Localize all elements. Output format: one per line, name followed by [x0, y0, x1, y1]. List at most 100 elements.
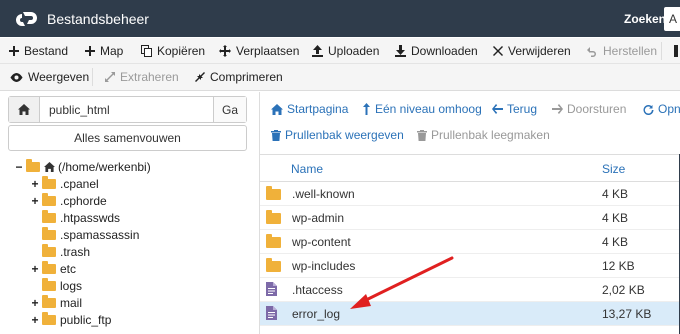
home-nav-button[interactable]: Startpagina [271, 98, 348, 120]
tree-item-label: public_ftp [60, 312, 112, 327]
file-icon [266, 282, 277, 299]
collapse-all-button[interactable]: Alles samenvouwen [8, 125, 247, 151]
file-name: wp-content [292, 235, 351, 249]
tree-item[interactable]: + mail [30, 294, 82, 311]
view-button[interactable]: Weergeven [10, 64, 89, 90]
eye-icon [10, 72, 23, 82]
expand-icon [105, 72, 115, 82]
copy-icon [141, 45, 152, 57]
back-button[interactable]: Terug [492, 98, 537, 120]
table-row[interactable]: error_log 13,27 KB [260, 302, 680, 326]
compress-button[interactable]: Comprimeren [195, 64, 283, 90]
file-size: 4 KB [602, 211, 629, 225]
expand-toggle-icon[interactable]: + [30, 314, 40, 326]
forward-button[interactable]: Doorsturen [552, 98, 626, 120]
copy-button[interactable]: Kopiëren [141, 38, 205, 64]
refresh-icon [643, 104, 654, 115]
move-button[interactable]: Verplaatsen [219, 38, 299, 64]
folder-icon [42, 294, 56, 308]
tree-item-label: etc [60, 261, 77, 276]
tree-item[interactable]: + public_ftp [30, 311, 111, 328]
search-label: Zoeken [624, 12, 667, 26]
secondary-toolbar: Weergeven Extraheren Comprimeren [0, 64, 680, 91]
file-size: 4 KB [602, 235, 629, 249]
folder-icon [42, 277, 56, 291]
view-trash-button[interactable]: Prullenbak weergeven [271, 124, 404, 146]
delete-button[interactable]: Verwijderen [493, 38, 571, 64]
expand-toggle-icon[interactable]: + [30, 297, 40, 309]
file-list-panel: Startpagina Eén niveau omhoog Terug Door… [259, 92, 680, 334]
trash-icon [417, 129, 427, 141]
folder-icon [266, 234, 281, 248]
download-button[interactable]: Downloaden [395, 38, 478, 64]
plus-icon [85, 46, 95, 56]
expand-toggle-icon[interactable]: + [30, 263, 40, 275]
tree-item[interactable]: .htpasswds [30, 209, 120, 226]
app-header: Bestandsbeheer Zoeken A [0, 0, 680, 37]
toolbar-divider [92, 68, 93, 86]
tree-item[interactable]: + .cpanel [30, 175, 99, 192]
reload-button[interactable]: Opni [643, 98, 680, 120]
cpanel-logo-icon [16, 12, 37, 26]
size-column-header[interactable]: Size [602, 162, 625, 176]
tree-root-label: (/home/werkenbi) [58, 159, 151, 174]
tree-item[interactable]: + .cphorde [30, 192, 107, 209]
tree-item[interactable]: logs [30, 277, 82, 294]
folder-icon [42, 260, 56, 274]
extract-button[interactable]: Extraheren [105, 64, 179, 90]
compress-icon [195, 72, 205, 82]
file-name: .htaccess [292, 283, 343, 297]
new-file-button[interactable]: Bestand [9, 38, 68, 64]
name-column-header[interactable]: Name [291, 162, 323, 176]
collapse-toggle-icon[interactable]: − [14, 161, 24, 173]
home-icon [271, 103, 283, 115]
expand-toggle-icon[interactable]: + [30, 178, 40, 190]
home-icon [18, 104, 30, 115]
tree-item[interactable]: + etc [30, 260, 76, 277]
home-button[interactable] [9, 97, 40, 122]
empty-trash-button[interactable]: Prullenbak leegmaken [417, 124, 550, 146]
download-icon [395, 45, 406, 57]
folder-icon [42, 209, 56, 223]
overflow-icon[interactable] [674, 38, 678, 64]
tree-item-label: .trash [60, 244, 91, 259]
folder-tree-panel: public_html Ga Alles samenvouwen − (/hom… [0, 92, 258, 334]
folder-icon [42, 243, 56, 257]
folder-icon [266, 258, 281, 272]
path-bar: public_html Ga [8, 96, 247, 123]
table-row[interactable]: wp-content 4 KB [260, 230, 680, 254]
restore-button[interactable]: Herstellen [587, 38, 657, 64]
folder-icon [42, 226, 56, 240]
trash-icon [271, 129, 281, 141]
table-row[interactable]: .well-known 4 KB [260, 182, 680, 206]
folder-icon [266, 210, 281, 224]
table-header: Name Size [260, 154, 680, 182]
tree-item[interactable]: .spamassassin [30, 226, 139, 243]
tree-item-label: logs [60, 278, 83, 293]
main-toolbar: Bestand Map Kopiëren Verplaatsen Uploade… [0, 38, 680, 64]
go-button[interactable]: Ga [213, 97, 246, 122]
folder-icon [42, 311, 56, 325]
table-row[interactable]: wp-includes 12 KB [260, 254, 680, 278]
move-icon [219, 45, 231, 57]
up-one-level-button[interactable]: Eén niveau omhoog [362, 98, 482, 120]
file-name: .well-known [292, 187, 355, 201]
path-input[interactable]: public_html [49, 103, 110, 117]
expand-toggle-icon[interactable]: + [30, 195, 40, 207]
plus-icon [9, 46, 19, 56]
file-size: 4 KB [602, 187, 629, 201]
table-row[interactable]: .htaccess 2,02 KB [260, 278, 680, 302]
file-size: 2,02 KB [602, 283, 645, 297]
folder-icon [266, 186, 281, 200]
undo-icon [587, 46, 596, 57]
tree-root[interactable]: − (/home/werkenbi) [14, 158, 151, 175]
new-folder-button[interactable]: Map [85, 38, 123, 64]
file-name: error_log [292, 307, 341, 321]
search-input[interactable]: A [664, 7, 680, 31]
tree-item[interactable]: .trash [30, 243, 90, 260]
table-row[interactable]: wp-admin 4 KB [260, 206, 680, 230]
folder-icon [42, 192, 56, 206]
arrow-left-icon [492, 104, 503, 114]
navigation-toolbar: Startpagina Eén niveau omhoog Terug Door… [260, 92, 680, 150]
upload-button[interactable]: Uploaden [312, 38, 379, 64]
